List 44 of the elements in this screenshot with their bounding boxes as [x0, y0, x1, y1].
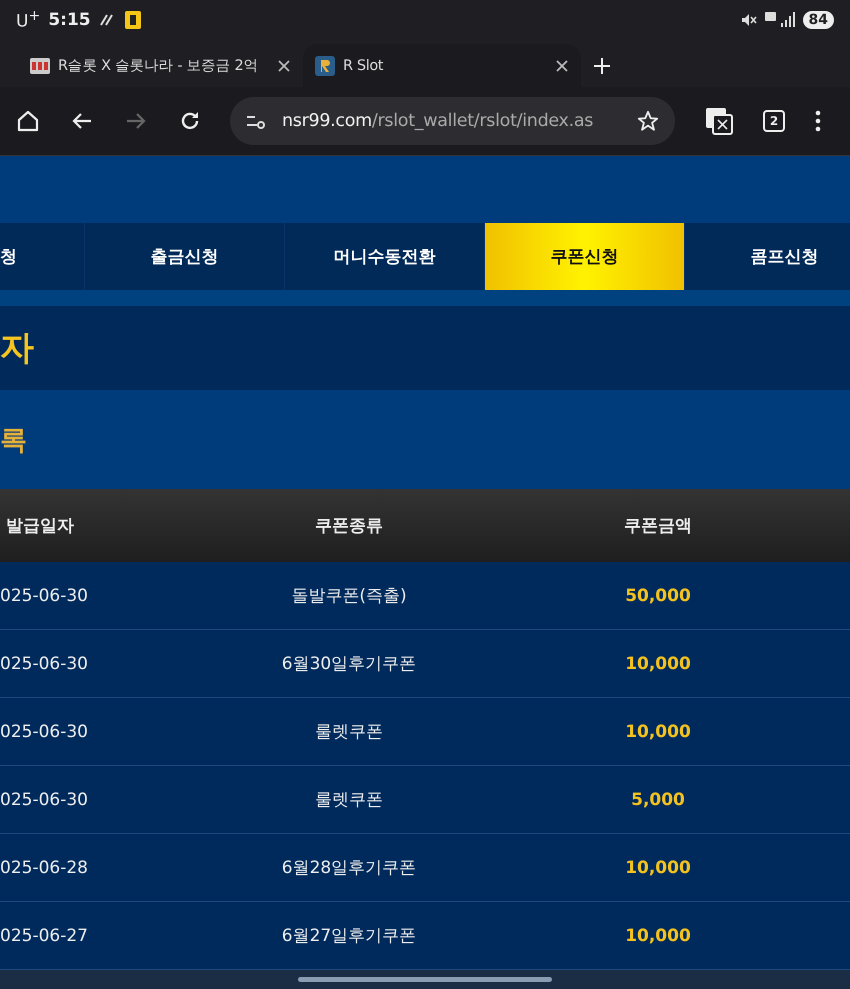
table-cell-text: 룰렛쿠폰: [314, 721, 384, 743]
table-cell-text: 10,000: [624, 722, 692, 742]
table-cell-text: 025-06-27: [0, 926, 89, 946]
table-cell-text: 룰렛쿠폰: [314, 789, 384, 811]
mute-icon: [740, 12, 757, 28]
battery-level: 84: [802, 11, 834, 29]
table-cell-text: 025-06-28: [0, 858, 89, 878]
new-tab-icon[interactable]: [593, 57, 611, 75]
more-menu-icon[interactable]: [815, 110, 821, 132]
table-cell-text: 돌발쿠폰(즉출): [290, 585, 408, 607]
table-cell-text: 10,000: [624, 654, 692, 674]
page-title: 자: [0, 327, 34, 370]
site-logo-icon: [315, 56, 335, 76]
table-cell-text: 025-06-30: [0, 790, 89, 810]
table-cell-text: 025-06-30: [0, 722, 89, 742]
table-cell-text: 6월28일후기쿠폰: [280, 857, 418, 879]
table-cell-text: 025-06-30: [0, 654, 89, 674]
translate-icon[interactable]: [705, 107, 733, 135]
address-field[interactable]: nsr99.com/rslot_wallet/rslot/index.as: [230, 97, 675, 145]
table-cell-text: 5,000: [630, 790, 686, 810]
close-icon[interactable]: [555, 58, 569, 72]
table-cell-text: 10,000: [624, 926, 692, 946]
clock-time: 5:15: [48, 10, 91, 30]
home-icon[interactable]: [16, 109, 40, 133]
table-cell-text: 025-06-30: [0, 586, 89, 606]
bookmark-star-icon[interactable]: [637, 110, 659, 132]
table-cell-text: 6월27일후기쿠폰: [280, 925, 418, 947]
column-header: 발급일자: [5, 515, 75, 537]
column-header: 쿠폰금액: [623, 515, 693, 537]
slot-machine-icon: [30, 58, 50, 74]
app-notification-icon: [124, 11, 141, 29]
nav-tab[interactable]: 쿠폰신청: [485, 223, 685, 290]
table-cell-text: 50,000: [624, 586, 692, 606]
signal-icon: [764, 12, 795, 28]
column-header: 쿠폰종류: [314, 515, 384, 537]
table-cell-text: 10,000: [624, 858, 692, 878]
tab-switcher-button[interactable]: 2: [763, 110, 785, 132]
browser-tab[interactable]: R슬롯 X 슬롯나라 - 보증금 2억: [18, 44, 303, 87]
carrier-label: U$^{+}$: [16, 8, 40, 32]
close-icon[interactable]: [277, 58, 291, 72]
browser-tab[interactable]: R Slot: [303, 44, 581, 87]
section-title: 록: [0, 424, 27, 458]
site-settings-icon[interactable]: [246, 113, 268, 129]
table-cell-text: 6월30일후기쿠폰: [280, 653, 418, 675]
